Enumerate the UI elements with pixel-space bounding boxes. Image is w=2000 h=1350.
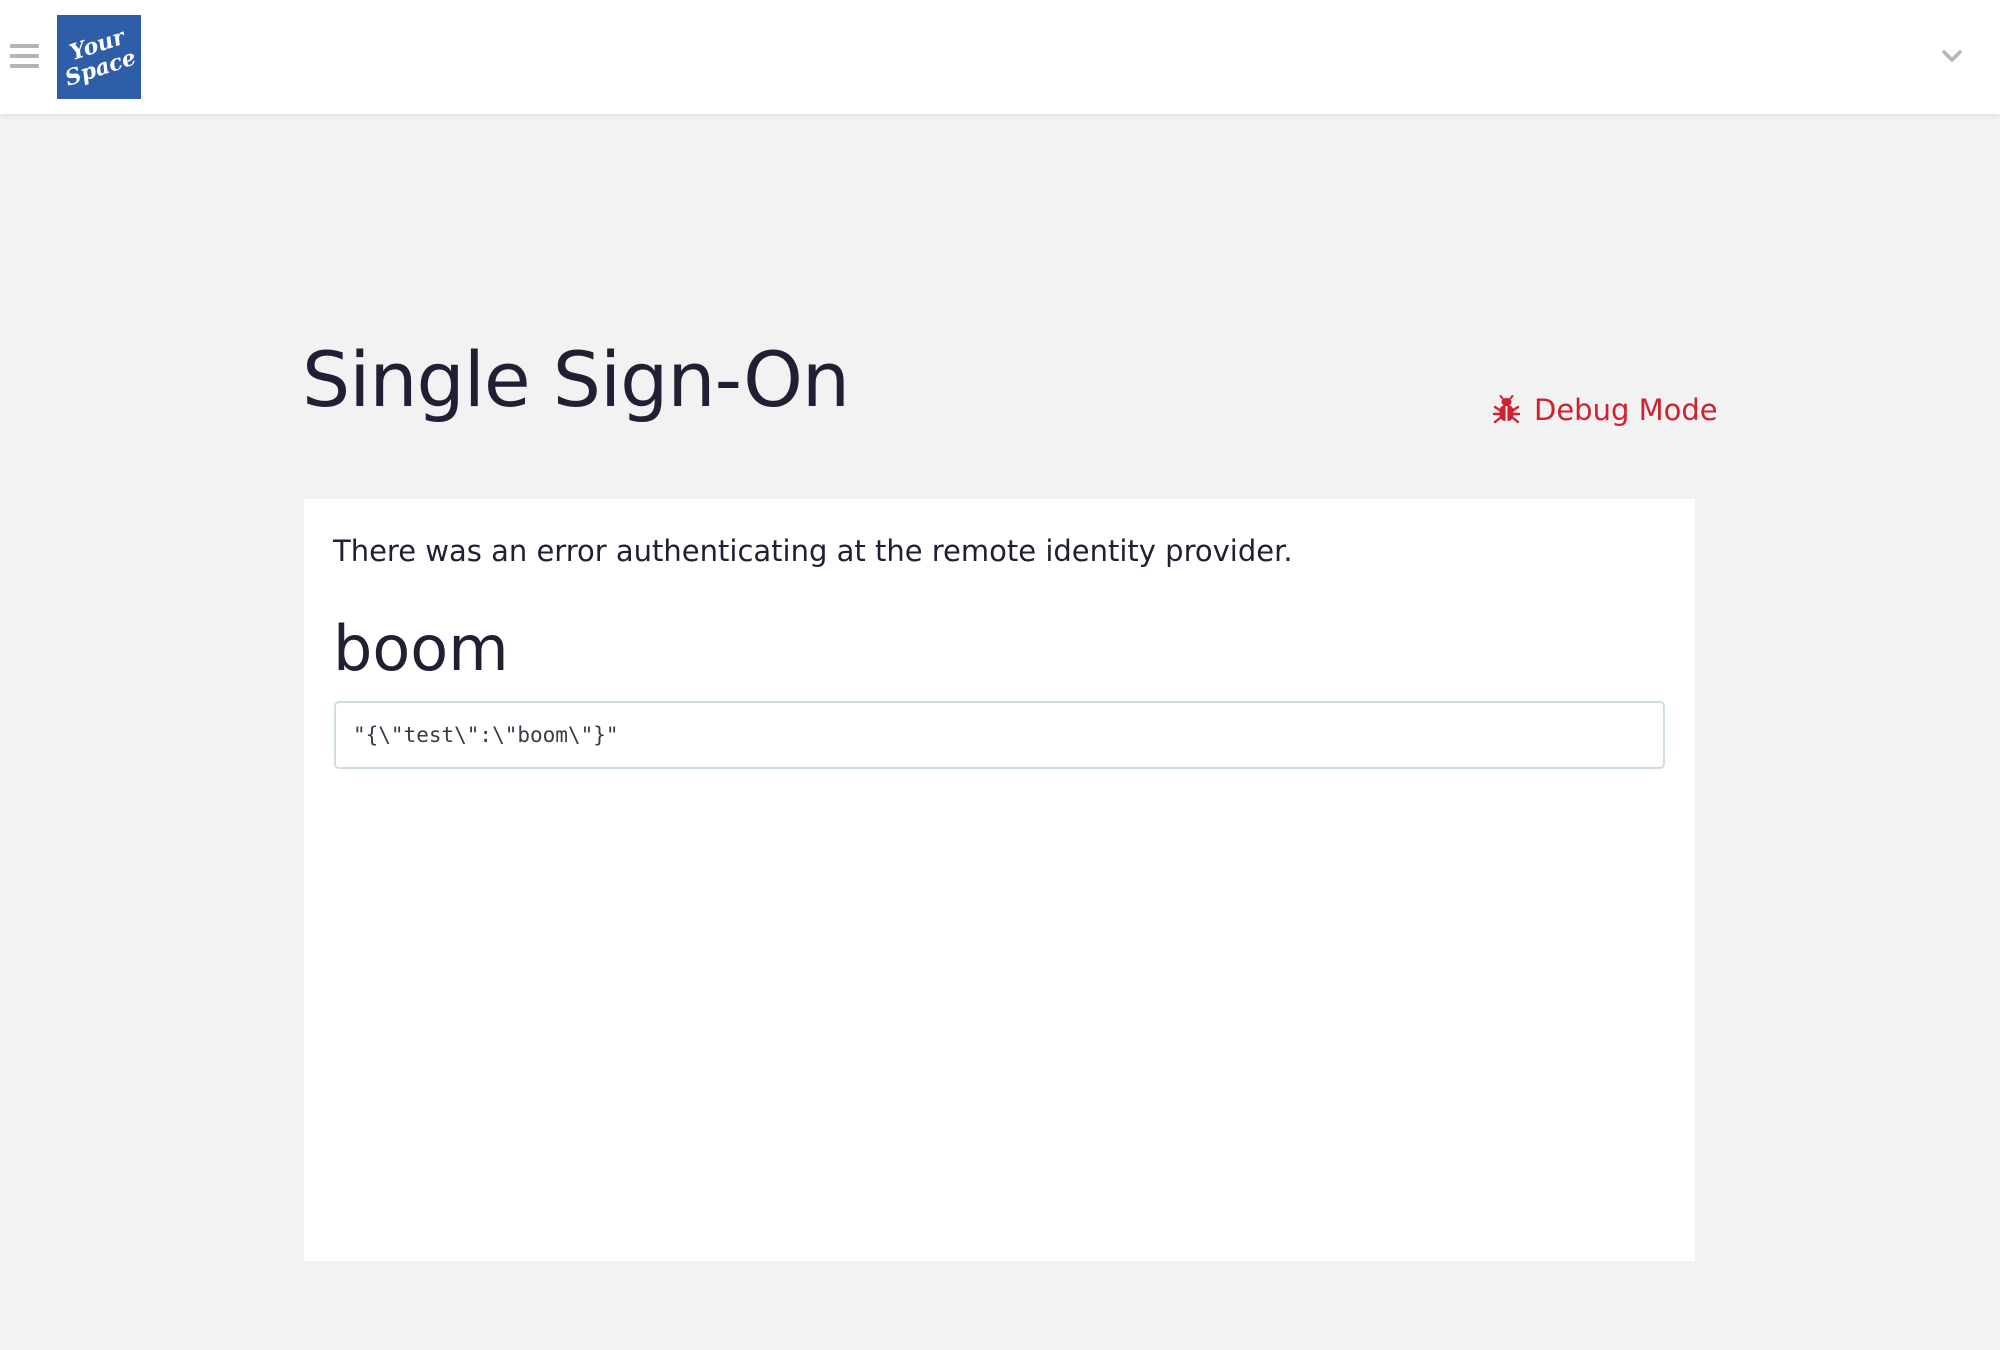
chevron-down-icon[interactable] — [1941, 46, 1963, 66]
error-card: There was an error authenticating at the… — [304, 499, 1695, 1261]
logo-graphic: Your Space — [57, 15, 141, 99]
page-title: Single Sign-On — [302, 335, 850, 424]
your-space-logo[interactable]: Your Space — [57, 15, 141, 99]
bug-icon — [1493, 395, 1520, 425]
hamburger-menu-icon[interactable] — [10, 44, 39, 68]
debug-mode-label: Debug Mode — [1534, 393, 1718, 427]
error-heading: boom — [333, 612, 509, 685]
hamburger-line — [10, 44, 39, 48]
error-details-text: "{\"test\":\"boom\"}" — [353, 723, 619, 747]
hamburger-line — [10, 54, 39, 58]
debug-mode-link[interactable]: Debug Mode — [1493, 392, 1718, 428]
error-message: There was an error authenticating at the… — [333, 534, 1293, 568]
error-details-box[interactable]: "{\"test\":\"boom\"}" — [334, 701, 1665, 769]
top-navigation-bar: Your Space — [0, 0, 2000, 114]
hamburger-line — [10, 64, 39, 68]
